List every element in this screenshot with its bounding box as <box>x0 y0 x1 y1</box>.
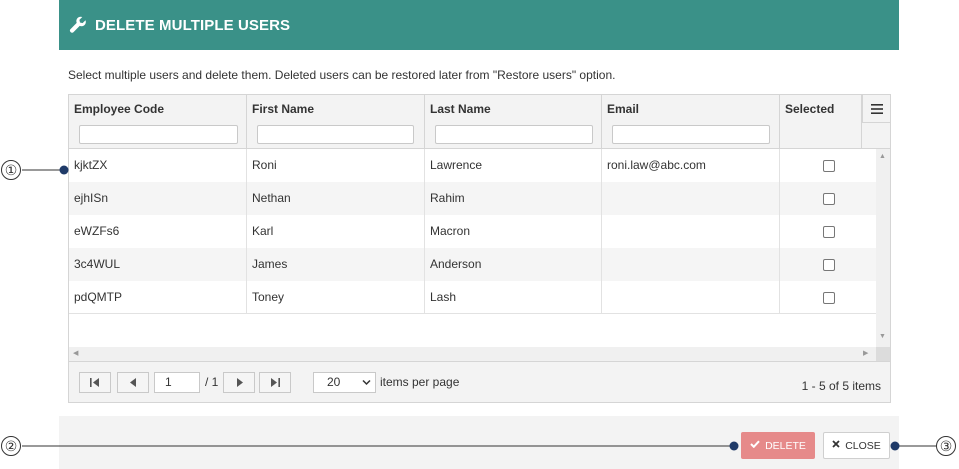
last-name-cell: Lash <box>430 290 457 304</box>
dialog-title: DELETE MULTIPLE USERS <box>95 16 291 34</box>
first-name-cell: Toney <box>252 290 285 304</box>
email-cell: roni.law@abc.com <box>607 158 706 172</box>
column-header-email[interactable]: Email <box>602 95 780 148</box>
column-label: First Name <box>252 102 315 116</box>
delete-multiple-users-dialog: DELETE MULTIPLE USERS Select multiple us… <box>59 0 899 469</box>
column-label: Selected <box>785 102 835 116</box>
dialog-footer: DELETE CLOSE <box>59 416 899 469</box>
page-size-select[interactable]: 20 <box>313 372 376 393</box>
last-name-cell: Macron <box>430 224 471 238</box>
last-name-cell: Lawrence <box>430 158 483 172</box>
table-row[interactable]: eWZFs6 Karl Macron <box>69 215 876 248</box>
selected-checkbox[interactable] <box>823 292 835 304</box>
page-number-input[interactable]: 1 <box>154 372 200 393</box>
chevron-down-icon <box>362 373 371 399</box>
selected-checkbox[interactable] <box>823 226 835 238</box>
selected-checkbox[interactable] <box>823 193 835 205</box>
scroll-left-icon[interactable]: ◀ <box>73 349 78 357</box>
next-page-icon <box>236 378 243 387</box>
dialog-header: DELETE MULTIPLE USERS <box>59 0 899 50</box>
column-label: Employee Code <box>74 102 165 116</box>
scroll-up-icon[interactable]: ▲ <box>879 153 886 160</box>
column-header-selected[interactable]: Selected <box>780 95 862 148</box>
callout-marker-3: ③ <box>936 436 956 456</box>
table-row[interactable]: 3c4WUL James Anderson <box>69 248 876 281</box>
selected-checkbox[interactable] <box>823 259 835 271</box>
scroll-right-icon[interactable]: ▶ <box>863 349 868 357</box>
scroll-down-icon[interactable]: ▼ <box>879 333 886 340</box>
first-name-cell: James <box>252 257 288 271</box>
dialog-description: Select multiple users and delete them. D… <box>68 68 616 82</box>
previous-page-button[interactable] <box>117 372 149 393</box>
table-row[interactable]: pdQMTP Toney Lash <box>69 281 876 314</box>
table-row[interactable]: kjktZX Roni Lawrence roni.law@abc.com <box>69 149 876 182</box>
first-page-icon <box>90 378 99 387</box>
first-name-cell: Karl <box>252 224 274 238</box>
first-page-button[interactable] <box>79 372 111 393</box>
x-icon <box>832 440 840 451</box>
employee-code-cell: pdQMTP <box>74 290 123 304</box>
users-grid: Employee Code First Name Last Name Email… <box>68 94 891 403</box>
delete-button[interactable]: DELETE <box>741 432 815 459</box>
last-name-cell: Anderson <box>430 257 482 271</box>
filter-first-name-input[interactable] <box>257 125 414 144</box>
vertical-scrollbar[interactable]: ▲ ▼ <box>876 149 890 347</box>
employee-code-cell: eWZFs6 <box>74 224 120 238</box>
first-name-cell: Nethan <box>252 191 291 205</box>
filter-email-input[interactable] <box>612 125 770 144</box>
pager: 1 / 1 20 items per page 1 - 5 of 5 items <box>69 361 890 402</box>
column-header-last-name[interactable]: Last Name <box>425 95 602 148</box>
column-label: Email <box>607 102 640 116</box>
check-icon <box>750 440 760 451</box>
employee-code-cell: 3c4WUL <box>74 257 121 271</box>
close-label: CLOSE <box>845 439 881 452</box>
items-per-page-label: items per page <box>380 375 460 389</box>
previous-page-icon <box>129 378 136 387</box>
last-page-button[interactable] <box>259 372 291 393</box>
selected-checkbox[interactable] <box>823 160 835 172</box>
delete-label: DELETE <box>765 439 806 452</box>
horizontal-scrollbar[interactable]: ◀ ▶ <box>69 347 876 361</box>
hamburger-menu-icon[interactable] <box>862 95 890 123</box>
last-page-icon <box>271 378 280 387</box>
close-button[interactable]: CLOSE <box>823 432 890 459</box>
first-name-cell: Roni <box>252 158 277 172</box>
column-header-employee-code[interactable]: Employee Code <box>69 95 247 148</box>
callout-marker-1: ① <box>1 160 21 180</box>
wrench-icon <box>69 16 87 34</box>
filter-employee-code-input[interactable] <box>79 125 238 144</box>
next-page-button[interactable] <box>223 372 255 393</box>
scrollbar-corner <box>876 347 890 361</box>
employee-code-cell: ejhISn <box>74 191 109 205</box>
grid-header: Employee Code First Name Last Name Email… <box>69 95 890 149</box>
pager-info: 1 - 5 of 5 items <box>801 379 881 393</box>
column-header-first-name[interactable]: First Name <box>247 95 425 148</box>
callout-marker-2: ② <box>1 436 21 456</box>
column-label: Last Name <box>430 102 491 116</box>
table-row[interactable]: ejhISn Nethan Rahim <box>69 182 876 215</box>
filter-last-name-input[interactable] <box>435 125 593 144</box>
page-size-value: 20 <box>327 375 341 389</box>
last-name-cell: Rahim <box>430 191 465 205</box>
employee-code-cell: kjktZX <box>74 158 108 172</box>
total-pages-label: / 1 <box>205 375 219 389</box>
grid-body: kjktZX Roni Lawrence roni.law@abc.com ej… <box>69 149 876 315</box>
